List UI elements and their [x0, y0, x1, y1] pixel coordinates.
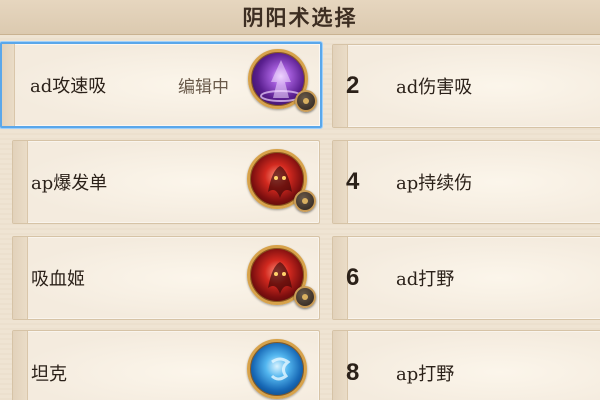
card-edge [13, 237, 28, 319]
page-title: 阴阳术选择 [242, 5, 358, 30]
spell-badge-icon [294, 190, 316, 212]
card-edge [2, 44, 15, 126]
preset-card-6[interactable]: 6 ad打野 [332, 236, 600, 320]
preset-card-2[interactable]: 2 ad伤害吸 [332, 44, 600, 128]
preset-card-3[interactable]: ap爆发单 [12, 140, 320, 224]
preset-card-8[interactable]: 8 ap打野 [332, 330, 600, 400]
card-edge [13, 331, 28, 400]
preset-card-7[interactable]: 坦克 [12, 330, 320, 400]
preset-name: ad打野 [396, 269, 455, 290]
preset-name: 坦克 [31, 364, 67, 385]
preset-name: ap持续伤 [396, 173, 473, 194]
editing-status-label: 编辑中 [178, 77, 229, 98]
blue-rune-icon[interactable] [247, 339, 307, 399]
preset-card-1[interactable]: ad攻速吸 编辑中 [0, 42, 322, 128]
preset-name: 吸血姬 [31, 269, 85, 290]
spell-select-screen: 阴阳术选择 ad攻速吸 编辑中 ap爆发单 吸血姬 坦克 2 ad伤害吸 4 a… [0, 0, 600, 400]
card-edge [13, 141, 28, 223]
spell-badge-icon [294, 286, 316, 308]
slot-number: 4 [346, 168, 360, 195]
spell-badge-icon [295, 90, 317, 112]
slot-number: 6 [346, 264, 360, 291]
preset-name: ap打野 [396, 364, 455, 385]
preset-name: ad伤害吸 [396, 77, 473, 98]
preset-card-4[interactable]: 4 ap持续伤 [332, 140, 600, 224]
slot-number: 2 [346, 72, 360, 99]
title-bar: 阴阳术选择 [0, 0, 600, 35]
preset-card-5[interactable]: 吸血姬 [12, 236, 320, 320]
slot-number: 8 [346, 359, 360, 386]
preset-name: ad攻速吸 [30, 76, 107, 97]
preset-name: ap爆发单 [31, 173, 108, 194]
